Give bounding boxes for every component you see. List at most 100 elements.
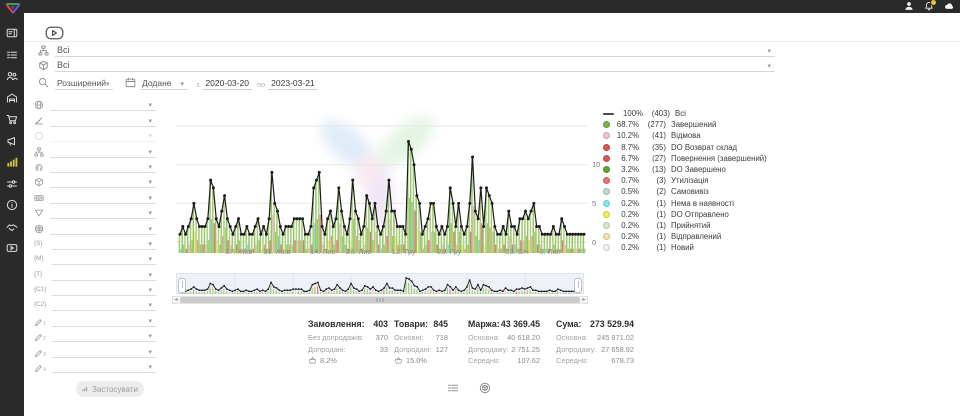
param-s-select[interactable]: ▾ <box>52 237 156 250</box>
chevron-down-icon: ▾ <box>148 286 156 295</box>
legend-item[interactable]: 100%(403)Всі <box>603 108 783 119</box>
product-select[interactable]: ▾ <box>50 175 156 188</box>
analytics-dashboard: { "topbar": { "icons": [ {"icon": "perso… <box>0 0 960 416</box>
sidebar-item-video[interactable] <box>6 242 18 254</box>
stat-row: Допродані:127 <box>394 345 448 354</box>
orders-timeline-chart[interactable] <box>176 103 588 253</box>
param-c1-select[interactable]: ▾ <box>52 283 156 296</box>
apply-button[interactable]: Застосувати <box>76 381 144 397</box>
filter-row-product: ▾ <box>34 173 156 188</box>
scrollbar-grip <box>377 298 384 302</box>
param-t-select[interactable]: ▾ <box>52 268 156 281</box>
sidebar-item-partners[interactable] <box>6 221 18 233</box>
legend-item[interactable]: 68.7%(277)Завершений <box>603 119 783 130</box>
chevron-down-icon: ▾ <box>767 47 775 56</box>
legend-item[interactable]: 0.2%(1)DO Отправлено <box>603 209 783 220</box>
hierarchy-icon <box>38 45 49 56</box>
sidebar-item-warehouse[interactable] <box>6 92 18 104</box>
legend-dot-swatch <box>603 166 610 173</box>
search-icon[interactable] <box>38 77 49 88</box>
level-select[interactable]: ▾ <box>50 114 156 127</box>
filter-row-dates: Розширений ▾ Додане ▾ з 2020-03-20 по 20… <box>38 75 775 90</box>
param-tag-icon: {S} <box>34 239 46 249</box>
param-m-select[interactable]: ▾ <box>52 252 156 265</box>
param-c2-select[interactable]: ▾ <box>52 298 156 311</box>
chart-legend: 100%(403)Всі68.7%(277)Завершений10.2%(41… <box>603 108 783 253</box>
source-select[interactable]: Всі ▾ <box>55 45 775 57</box>
legend-item[interactable]: 8.7%(35)DO Возврат склад <box>603 142 783 153</box>
filter-row-payment: ▾ <box>34 188 156 203</box>
legend-item[interactable]: 0.2%(1)Прийнятий <box>603 220 783 231</box>
product-select[interactable]: Всі ▾ <box>55 60 775 72</box>
navigator-right-handle[interactable] <box>574 278 582 293</box>
mode-select-value: Розширений <box>55 78 106 89</box>
filter-row-site: ▾ <box>34 219 156 234</box>
stat-upsell-share: 8.2% <box>308 356 388 365</box>
globe2-icon <box>34 224 44 234</box>
chevron-down-icon: ▾ <box>148 178 156 187</box>
user-icon[interactable] <box>904 1 914 11</box>
date-from-input[interactable]: 2020-03-20 <box>202 78 251 90</box>
legend-dot-swatch <box>603 200 610 207</box>
notification-badge <box>930 0 937 6</box>
scroll-right-arrow-icon[interactable]: ▸ <box>581 296 587 304</box>
navigator-left-handle[interactable] <box>178 278 186 293</box>
money-icon <box>34 193 44 203</box>
sidebar-item-clients[interactable] <box>6 70 18 82</box>
sidebar-item-marketing[interactable] <box>6 135 18 147</box>
legend-item[interactable]: 0.2%(1)Новий <box>603 242 783 253</box>
scrollbar-thumb[interactable] <box>180 297 580 303</box>
legend-item[interactable]: 0.2%(1)Нема в наявності <box>603 198 783 209</box>
sidebar-item-analytics[interactable] <box>6 156 18 168</box>
payment-select[interactable]: ▾ <box>50 191 156 204</box>
basket-icon <box>394 356 403 365</box>
notifications-bell-icon[interactable] <box>924 1 934 11</box>
stat-column: Маржа:43 369.45Основна:40 618.20Допродаж… <box>468 319 540 368</box>
products-view-icon[interactable] <box>479 382 491 394</box>
region-select[interactable]: ▾ <box>50 98 156 111</box>
stat-row: Основні:718 <box>394 333 448 342</box>
filter-row-structure: ▾ <box>34 142 156 157</box>
chevron-down-icon: ▾ <box>148 148 156 157</box>
list-view-icon[interactable] <box>447 382 459 394</box>
legend-dot-swatch <box>603 155 610 162</box>
date-from-label: з <box>196 80 199 89</box>
y-tick-label: 5 <box>592 199 596 208</box>
sidebar-item-info[interactable] <box>6 199 18 211</box>
sidebar-item-sales[interactable] <box>6 113 18 125</box>
sidebar-item-dashboard[interactable] <box>6 27 18 39</box>
legend-item[interactable]: 10.2%(41)Відмова <box>603 130 783 141</box>
stat-header: Маржа:43 369.45 <box>468 319 540 329</box>
presentation-icon[interactable] <box>44 26 65 40</box>
legend-line-swatch <box>603 113 614 115</box>
filter-row-region: ▾ <box>34 96 156 111</box>
status-select[interactable]: ▾ <box>50 129 156 142</box>
chevron-down-icon: ▾ <box>148 132 156 141</box>
stat-row: Середня:107.62 <box>468 356 540 365</box>
identifier-select[interactable]: ▾ <box>50 160 156 173</box>
mode-select[interactable]: Розширений ▾ <box>55 78 113 90</box>
structure-select[interactable]: ▾ <box>50 145 156 158</box>
site-select[interactable]: ▾ <box>50 222 156 235</box>
stat-column: Сума:273 529.94Основна:245 871.02Допрода… <box>556 319 634 368</box>
legend-item[interactable]: 0.5%(2)Самовивіз <box>603 186 783 197</box>
chart-navigator[interactable] <box>176 273 584 294</box>
support-cloud-icon[interactable] <box>944 1 954 11</box>
chart-scrollbar[interactable]: ◂ ▸ <box>172 296 588 304</box>
legend-item[interactable]: 0.7%(3)Утилізація <box>603 175 783 186</box>
sidebar-item-settings[interactable] <box>6 178 18 190</box>
legend-item[interactable]: 3.2%(13)DO Завершено <box>603 164 783 175</box>
legend-item[interactable]: 6.7%(27)Повернення (завершений) <box>603 153 783 164</box>
apply-chart-icon <box>82 385 88 393</box>
chevron-down-icon: ▾ <box>148 240 156 249</box>
funnel-select[interactable]: ▾ <box>50 206 156 219</box>
sidebar-item-orders[interactable] <box>6 49 18 61</box>
chevron-down-icon: ▾ <box>106 80 114 89</box>
x-tick-label: 17. Жов <box>225 247 253 256</box>
legend-item[interactable]: 0.2%(1)Відправлений <box>603 231 783 242</box>
date-to-input[interactable]: 2023-03-21 <box>268 78 317 90</box>
app-logo-icon[interactable] <box>4 1 22 12</box>
x-tick-label: 6. Лют <box>539 247 561 256</box>
date-field-select[interactable]: Додане ▾ <box>140 78 188 90</box>
scroll-left-arrow-icon[interactable]: ◂ <box>173 296 179 304</box>
